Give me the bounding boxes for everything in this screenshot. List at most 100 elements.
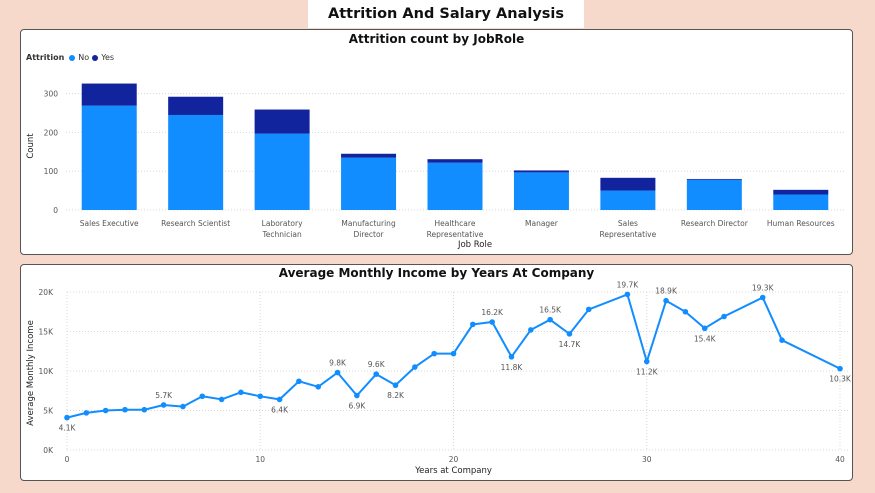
attrition-bar-chart[interactable]: 0 100 200 300 Sales Executive Research Scient… [21, 30, 852, 254]
income-data-point[interactable] [238, 389, 244, 396]
income-data-point[interactable] [160, 402, 167, 408]
x-tick-label: Research Scientist [161, 219, 230, 228]
x-axis-title: Years at Company [414, 466, 492, 476]
bar-no-human-resources[interactable] [773, 194, 829, 210]
bar-no-laboratory-technician[interactable] [254, 133, 310, 210]
data-label: 19.3K [752, 284, 775, 293]
income-data-point[interactable] [315, 384, 322, 390]
income-data-point[interactable] [837, 365, 843, 372]
income-data-point[interactable] [663, 297, 669, 304]
income-data-point[interactable] [566, 331, 573, 337]
y-axis-title: Count [26, 133, 36, 159]
income-data-point[interactable] [334, 369, 341, 376]
income-data-point[interactable] [701, 325, 708, 332]
y-tick-label: 5K [43, 407, 54, 416]
x-tick-label: 30 [642, 455, 652, 464]
dashboard-title: Attrition And Salary Analysis [308, 0, 584, 28]
income-data-point[interactable] [257, 393, 264, 400]
income-data-point[interactable] [102, 407, 109, 414]
data-label: 19.7K [617, 280, 640, 289]
data-label: 9.8K [329, 359, 347, 368]
income-data-point[interactable] [122, 406, 128, 413]
income-data-point[interactable] [643, 358, 650, 365]
bar-yes-research-director[interactable] [686, 178, 742, 180]
bar-yes-research-scientist[interactable] [168, 96, 224, 115]
income-data-point[interactable] [779, 337, 785, 343]
income-data-point[interactable] [450, 350, 457, 357]
data-label: 10.3K [829, 375, 852, 384]
x-tick-label: Manager [525, 219, 559, 228]
y-tick-label: 200 [44, 128, 59, 137]
bar-no-manufacturing-director[interactable] [341, 157, 397, 210]
income-data-point[interactable] [141, 406, 148, 413]
income-data-point[interactable] [489, 319, 495, 325]
income-data-point[interactable] [528, 327, 534, 333]
data-label: 11.2K [636, 368, 659, 377]
data-label: 18.9K [655, 287, 678, 296]
income-data-point[interactable] [547, 316, 553, 323]
income-data-point[interactable] [64, 414, 70, 421]
income-line-chart[interactable]: 0K 5K 10K 15K 20K 0 10 20 30 40 4.1K 5.7K 6.4K 9.8K 6.… [21, 265, 852, 480]
income-data-point[interactable] [508, 353, 515, 360]
income-data-point[interactable] [354, 392, 360, 399]
x-tick-label: Representative [427, 230, 484, 239]
income-data-point[interactable] [412, 364, 418, 370]
bar-yes-manager[interactable] [513, 170, 569, 173]
y-tick-label: 0 [53, 206, 58, 215]
x-axis-title: Job Role [457, 240, 492, 250]
income-data-point[interactable] [180, 403, 186, 410]
bar-yes-healthcare-representative[interactable] [427, 159, 483, 163]
bar-no-sales-executive[interactable] [81, 105, 137, 210]
income-data-point[interactable] [759, 294, 766, 301]
bar-no-research-director[interactable] [686, 179, 742, 210]
x-tick-label: Human Resources [767, 219, 835, 228]
x-tick-label: Laboratory [262, 219, 303, 228]
attrition-chart-panel: Attrition count by JobRole Attrition No … [20, 29, 853, 255]
income-data-point[interactable] [585, 306, 592, 313]
income-data-point[interactable] [721, 313, 727, 320]
bar-no-research-scientist[interactable] [168, 114, 224, 210]
data-label: 15.4K [694, 334, 717, 343]
data-label: 6.4K [271, 405, 289, 414]
bar-no-sales-representative[interactable] [600, 190, 656, 210]
y-tick-label: 100 [44, 167, 59, 176]
income-data-point[interactable] [682, 308, 689, 315]
x-tick-label: Sales Executive [80, 219, 139, 228]
x-tick-label: Healthcare [435, 219, 476, 228]
income-chart-panel: Average Monthly Income by Years At Compa… [20, 264, 853, 481]
bar-no-manager[interactable] [513, 172, 569, 210]
income-data-point[interactable] [373, 371, 380, 377]
data-label: 16.2K [481, 308, 504, 317]
data-label: 11.8K [501, 363, 524, 372]
income-data-point[interactable] [470, 321, 476, 328]
data-label: 14.7K [559, 340, 582, 349]
data-label: 9.6K [368, 360, 386, 369]
income-data-point[interactable] [276, 396, 283, 403]
data-label: 8.2K [387, 391, 405, 400]
income-data-point[interactable] [218, 396, 225, 403]
bar-yes-human-resources[interactable] [773, 189, 829, 195]
bar-yes-sales-representative[interactable] [600, 177, 656, 191]
x-tick-label: Representative [600, 230, 657, 239]
income-data-point[interactable] [624, 291, 631, 298]
y-tick-label: 0K [43, 446, 54, 455]
bar-yes-sales-executive[interactable] [81, 83, 137, 106]
income-data-point[interactable] [199, 393, 206, 400]
bar-yes-laboratory-technician[interactable] [254, 109, 310, 134]
data-label: 5.7K [155, 391, 173, 400]
bar-no-healthcare-representative[interactable] [427, 162, 483, 210]
x-tick-label: Technician [262, 230, 302, 239]
income-data-point[interactable] [392, 382, 399, 389]
y-tick-label: 300 [44, 90, 59, 99]
y-tick-label: 15K [39, 328, 55, 337]
income-data-point[interactable] [83, 410, 90, 416]
y-tick-label: 10K [39, 367, 55, 376]
data-label: 6.9K [348, 401, 366, 410]
bar-yes-manufacturing-director[interactable] [341, 153, 397, 158]
income-data-point[interactable] [296, 378, 302, 385]
income-data-point[interactable] [431, 350, 437, 357]
x-tick-label: 20 [449, 455, 459, 464]
x-tick-label: Director [353, 230, 384, 239]
y-tick-label: 20K [39, 288, 55, 297]
x-tick-label: 10 [255, 455, 265, 464]
